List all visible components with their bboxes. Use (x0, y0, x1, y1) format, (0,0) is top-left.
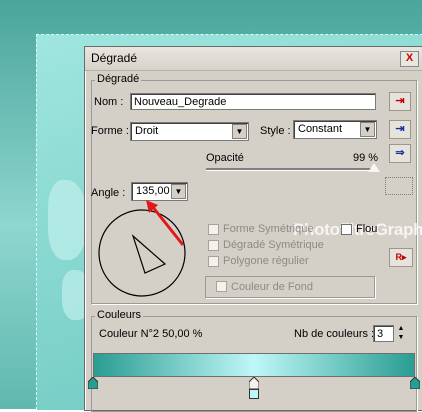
chevron-down-icon[interactable]: ▼ (360, 122, 375, 137)
save-gradient-icon: ⇥ (395, 95, 405, 107)
forme-select[interactable]: Droit ▼ (130, 122, 249, 141)
canvas-shape (48, 180, 88, 260)
close-button[interactable]: X (400, 51, 419, 67)
forme-symetrique-label: Forme Symétrique (223, 223, 314, 235)
load-icon: ⇒ (395, 147, 405, 159)
polygone-regulier-checkbox[interactable] (208, 256, 219, 267)
angle-value: 135,00 (136, 185, 170, 197)
save-button[interactable]: ⇥ (389, 120, 411, 139)
gradient-name-input[interactable]: Nouveau_Degrade (130, 93, 376, 110)
forme-symetrique-checkbox[interactable] (208, 224, 219, 235)
save-gradient-button[interactable]: ⇥ (389, 92, 411, 111)
color-stop-marker[interactable] (88, 377, 98, 389)
opacity-slider-track[interactable] (206, 168, 376, 171)
color-stop-marker[interactable] (249, 377, 259, 389)
degrade-legend: Dégradé (95, 73, 142, 85)
degrade-symetrique-label: Dégradé Symétrique (223, 239, 324, 251)
angle-label: Angle : (91, 187, 126, 199)
gradient-dialog: Dégradé X Dégradé Nom : Nouveau_Degrade … (84, 46, 422, 412)
red-arrow-annotation (146, 200, 185, 246)
style-select[interactable]: Constant ▼ (293, 120, 377, 139)
spin-up-icon[interactable]: ▲ (396, 324, 406, 333)
couleur-de-fond-checkbox[interactable] (216, 281, 227, 292)
forme-selected: Droit (135, 125, 159, 137)
style-selected: Constant (298, 123, 343, 135)
color-swatch[interactable] (385, 177, 413, 195)
reset-icon: R▸ (395, 252, 407, 262)
chevron-down-icon[interactable]: ▼ (171, 184, 186, 199)
polygone-regulier-label: Polygone régulier (223, 255, 309, 267)
reset-button[interactable]: R▸ (389, 248, 413, 267)
flou-checkbox[interactable] (341, 224, 352, 235)
save-icon: ⇥ (395, 123, 405, 135)
chevron-down-icon[interactable]: ▼ (232, 124, 247, 139)
nb-couleurs-label: Nb de couleurs : (294, 328, 375, 340)
degrade-symetrique-checkbox[interactable] (208, 240, 219, 251)
opacity-slider-thumb[interactable] (368, 163, 381, 172)
nb-couleurs-input[interactable]: 3 (373, 325, 394, 342)
color-stop-marker[interactable] (410, 377, 420, 389)
spin-down-icon[interactable]: ▼ (396, 333, 406, 342)
couleurs-legend: Couleurs (95, 309, 144, 321)
dialog-titlebar: Dégradé X (85, 47, 422, 71)
forme-label: Forme : (91, 125, 129, 137)
opacite-label: Opacité (206, 152, 244, 164)
gradient-preview-bar[interactable] (93, 353, 415, 377)
style-label: Style : (260, 125, 291, 137)
flou-label: Flou (356, 223, 378, 235)
couleur-de-fond-label: Couleur de Fond (231, 281, 313, 293)
load-button[interactable]: ⇒ (389, 144, 411, 163)
nom-label: Nom : (94, 96, 124, 108)
dialog-title: Dégradé (91, 51, 138, 65)
nb-couleurs-spinner[interactable]: ▲ ▼ (396, 324, 406, 343)
selected-stop-swatch[interactable] (249, 389, 259, 399)
color-stop-status: Couleur N°2 50,00 % (99, 328, 203, 340)
